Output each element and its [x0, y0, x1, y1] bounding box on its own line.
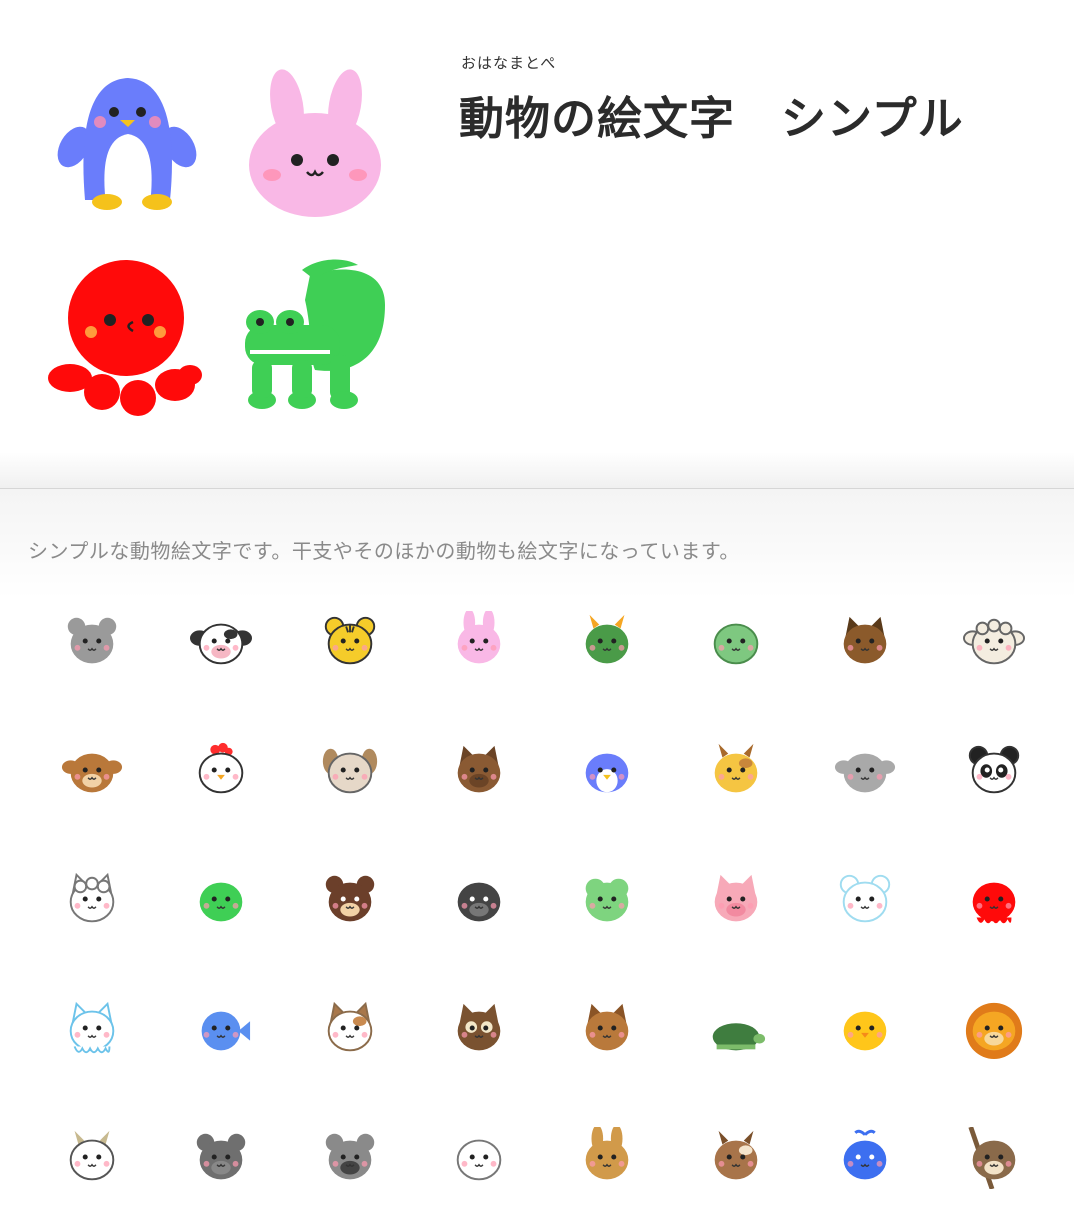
tiger-icon: [324, 616, 376, 664]
giraffe-icon: [714, 743, 758, 792]
emoji-cell[interactable]: [414, 706, 543, 835]
emoji-cell[interactable]: [672, 577, 801, 706]
emoji-cell[interactable]: [543, 1093, 672, 1222]
squid-icon: [70, 1001, 115, 1053]
dog-icon: [322, 748, 377, 793]
frog-icon: [586, 878, 629, 921]
emoji-cell[interactable]: [28, 577, 157, 706]
snake-icon: [713, 623, 759, 664]
lion-icon: [965, 1002, 1022, 1059]
hero-illustration: [40, 60, 410, 430]
sloth-icon: [968, 1126, 1015, 1189]
page-title: 動物の絵文字 シンプル: [459, 92, 964, 145]
crocodile-icon: [199, 882, 243, 921]
author-name[interactable]: おはなまとぺ: [461, 52, 556, 73]
sticker-header: おはなまとぺ 動物の絵文字 シンプル: [0, 0, 1074, 452]
rabbit-icon: [249, 69, 381, 217]
gorilla-icon: [457, 882, 500, 921]
sheep-icon: [962, 618, 1025, 664]
emoji-cell[interactable]: [543, 835, 672, 964]
deer-icon: [714, 1130, 758, 1179]
crocodile-icon: [245, 259, 385, 409]
emoji-cell[interactable]: [801, 1093, 930, 1222]
polar-bear-icon: [839, 874, 891, 922]
whale-icon: [843, 1129, 887, 1179]
kangaroo-icon: [586, 1126, 629, 1179]
mouse-icon: [68, 617, 117, 663]
chicken-icon: [198, 742, 244, 793]
emoji-cell[interactable]: [414, 964, 543, 1093]
penguin-icon: [57, 78, 197, 210]
emoji-cell[interactable]: [286, 577, 415, 706]
fish-icon: [201, 1011, 251, 1050]
dragon-icon: [586, 614, 629, 663]
emoji-cell[interactable]: [801, 964, 930, 1093]
monkey-icon: [62, 753, 123, 792]
bear-icon: [325, 875, 375, 921]
hero-stickers: [48, 69, 385, 416]
panda-icon: [968, 745, 1019, 793]
emoji-cell[interactable]: [801, 706, 930, 835]
emoji-cell[interactable]: [28, 1093, 157, 1222]
hippo-icon: [196, 1133, 246, 1179]
emoji-cell[interactable]: [672, 1093, 801, 1222]
boar-icon: [457, 745, 500, 792]
emoji-cell[interactable]: [801, 835, 930, 964]
koala-icon: [325, 1133, 375, 1179]
emoji-cell[interactable]: [672, 964, 801, 1093]
emoji-cell[interactable]: [28, 706, 157, 835]
emoji-cell[interactable]: [414, 1093, 543, 1222]
emoji-cell[interactable]: [543, 964, 672, 1093]
emoji-cell[interactable]: [286, 964, 415, 1093]
emoji-cell[interactable]: [286, 835, 415, 964]
goat-icon: [70, 1130, 115, 1180]
squirrel-icon: [586, 1003, 629, 1050]
emoji-cell[interactable]: [929, 1093, 1058, 1222]
horse-icon: [843, 616, 887, 663]
emoji-cell[interactable]: [543, 577, 672, 706]
emoji-cell[interactable]: [28, 964, 157, 1093]
emoji-cell[interactable]: [929, 577, 1058, 706]
emoji-cell[interactable]: [28, 835, 157, 964]
owl-icon: [457, 1003, 500, 1050]
emoji-cell[interactable]: [157, 706, 286, 835]
emoji-cell[interactable]: [157, 964, 286, 1093]
emoji-cell[interactable]: [672, 706, 801, 835]
rabbit-icon: [457, 610, 500, 663]
turtle-icon: [712, 1022, 766, 1050]
emoji-cell[interactable]: [801, 577, 930, 706]
emoji-cell[interactable]: [286, 706, 415, 835]
emoji-cell[interactable]: [414, 577, 543, 706]
emoji-cell[interactable]: [543, 706, 672, 835]
emoji-cell[interactable]: [414, 835, 543, 964]
description-section: シンプルな動物絵文字です。干支やそのほかの動物も絵文字になっています。: [0, 489, 1074, 1200]
emoji-cell[interactable]: [157, 835, 286, 964]
octopus-icon: [48, 260, 202, 416]
emoji-cell[interactable]: [929, 706, 1058, 835]
emoji-cell[interactable]: [157, 577, 286, 706]
emoji-cell[interactable]: [929, 835, 1058, 964]
seal-icon: [456, 1139, 501, 1180]
sticker-description: シンプルな動物絵文字です。干支やそのほかの動物も絵文字になっています。: [28, 539, 740, 563]
octopus-icon: [972, 882, 1015, 923]
chick-icon: [843, 1011, 887, 1050]
cow-icon: [190, 623, 253, 664]
emoji-cell[interactable]: [286, 1093, 415, 1222]
elephant-icon: [834, 753, 895, 792]
section-divider: [0, 452, 1074, 489]
penguin-icon: [586, 753, 629, 792]
emoji-cell[interactable]: [157, 1093, 286, 1222]
emoji-cell[interactable]: [929, 964, 1058, 1093]
pig-icon: [714, 874, 758, 921]
alpaca-icon: [70, 872, 115, 922]
cat-icon: [327, 1001, 373, 1051]
emoji-grid: [28, 577, 1058, 1222]
emoji-cell[interactable]: [672, 835, 801, 964]
